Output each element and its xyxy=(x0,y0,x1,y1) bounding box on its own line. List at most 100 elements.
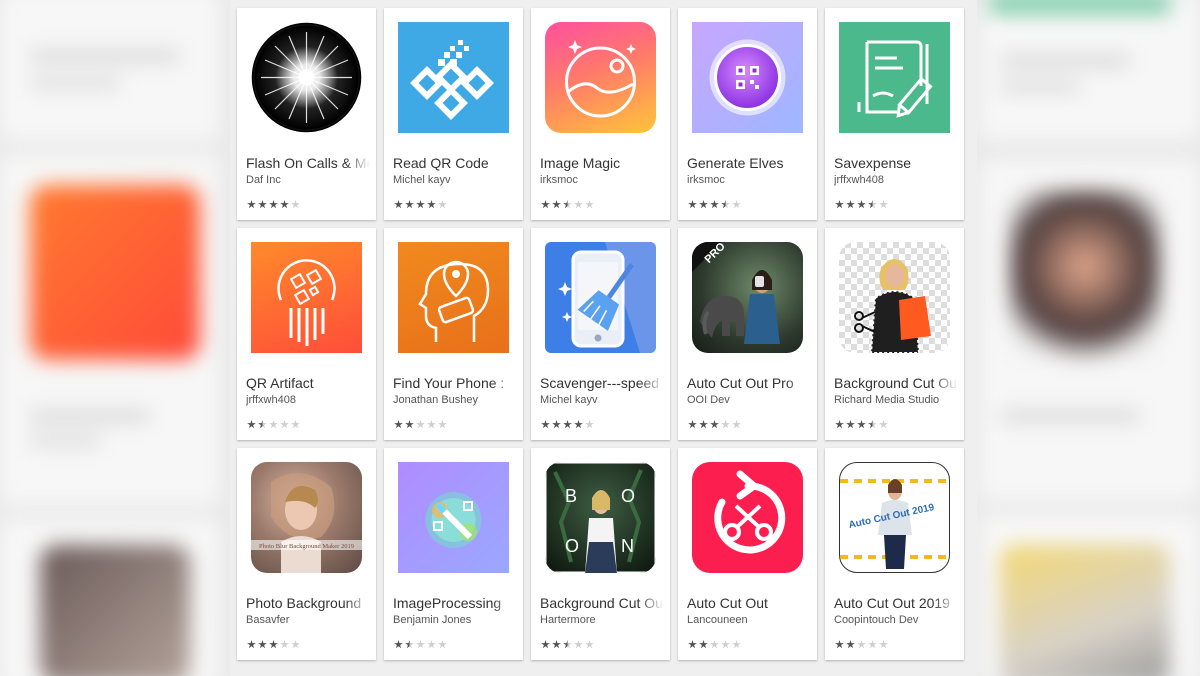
star-icon xyxy=(879,200,888,209)
app-developer[interactable]: irksmoc xyxy=(687,174,811,186)
app-title[interactable]: ImageProcessing xyxy=(393,595,517,611)
app-developer[interactable]: Benjamin Jones xyxy=(393,614,517,626)
app-developer[interactable]: Michel kayv xyxy=(540,394,664,406)
app-card[interactable]: Auto Cut Out Lancouneen xyxy=(678,448,817,660)
star-icon xyxy=(427,640,436,649)
ghost-bar xyxy=(1000,410,1140,422)
star-icon xyxy=(688,640,697,649)
star-icon xyxy=(280,640,289,649)
star-icon xyxy=(585,420,594,429)
app-developer[interactable]: OOI Dev xyxy=(687,394,811,406)
app-developer[interactable]: Hartermore xyxy=(540,614,664,626)
app-card[interactable]: Background Cut Out Richard Media Studio xyxy=(825,228,964,440)
star-icon xyxy=(868,200,877,209)
app-card[interactable]: Image Magic irksmoc xyxy=(531,8,670,220)
app-title[interactable]: Savexpense xyxy=(834,155,958,171)
star-icon xyxy=(857,420,866,429)
ghost-bar xyxy=(30,78,120,88)
app-title[interactable]: QR Artifact xyxy=(246,375,370,391)
app-card[interactable]: Savexpense jrffxwh408 xyxy=(825,8,964,220)
app-title[interactable]: Auto Cut Out xyxy=(687,595,811,611)
magic-wand-icon xyxy=(398,462,509,573)
app-card[interactable]: Read QR Code Michel kayv xyxy=(384,8,523,220)
star-icon xyxy=(269,640,278,649)
app-developer[interactable]: Jonathan Bushey xyxy=(393,394,517,406)
star-icon xyxy=(699,640,708,649)
star-icon xyxy=(857,200,866,209)
blur-portrait-icon: Photo Blur Background Maker 2019 xyxy=(251,462,362,573)
star-icon xyxy=(258,640,267,649)
star-icon xyxy=(563,640,572,649)
app-card[interactable]: Scavenger---speed Michel kayv xyxy=(531,228,670,440)
boon-photo-icon: B O O N xyxy=(545,462,656,573)
app-title[interactable]: Find Your Phone : xyxy=(393,375,517,391)
star-icon xyxy=(699,200,708,209)
star-icon xyxy=(405,200,414,209)
note-pencil-icon xyxy=(839,22,950,133)
app-card[interactable]: B O O N Background Cut Out Hartermore xyxy=(531,448,670,660)
star-icon xyxy=(688,200,697,209)
app-developer[interactable]: Coopintouch Dev xyxy=(834,614,958,626)
landscape-circle-icon xyxy=(545,22,656,133)
star-icon xyxy=(394,640,403,649)
star-icon xyxy=(710,200,719,209)
app-developer[interactable]: jrffxwh408 xyxy=(834,174,958,186)
star-rating xyxy=(688,200,741,210)
star-icon xyxy=(835,420,844,429)
star-rating xyxy=(394,200,447,210)
app-card[interactable]: Generate Elves irksmoc xyxy=(678,8,817,220)
star-icon xyxy=(427,200,436,209)
icon-letter: N xyxy=(621,536,634,556)
app-title[interactable]: Photo Background xyxy=(246,595,370,611)
app-developer[interactable]: Michel kayv xyxy=(393,174,517,186)
app-developer[interactable]: Richard Media Studio xyxy=(834,394,958,406)
app-developer[interactable]: jrffxwh408 xyxy=(246,394,370,406)
app-title[interactable]: Auto Cut Out 2019 xyxy=(834,595,958,611)
app-developer[interactable]: Basavfer xyxy=(246,614,370,626)
icon-caption: Photo Blur Background Maker 2019 xyxy=(259,543,354,550)
app-title[interactable]: Background Cut Out xyxy=(834,375,958,391)
app-developer[interactable]: Daf Inc xyxy=(246,174,370,186)
star-icon xyxy=(416,200,425,209)
app-title[interactable]: Image Magic xyxy=(540,155,664,171)
app-title[interactable]: Scavenger---speed xyxy=(540,375,664,391)
ghost-app-icon xyxy=(30,185,200,360)
star-icon xyxy=(732,200,741,209)
qr-circle-icon xyxy=(251,242,362,353)
app-developer[interactable]: irksmoc xyxy=(540,174,664,186)
app-developer[interactable]: Lancouneen xyxy=(687,614,811,626)
star-icon xyxy=(552,640,561,649)
star-icon xyxy=(563,200,572,209)
app-card[interactable]: Find Your Phone : Jonathan Bushey xyxy=(384,228,523,440)
app-card[interactable]: Photo Blur Background Maker 2019 Photo B… xyxy=(237,448,376,660)
star-icon xyxy=(721,200,730,209)
app-title[interactable]: Flash On Calls & Messages xyxy=(246,155,370,171)
star-icon xyxy=(438,640,447,649)
star-rating xyxy=(247,640,300,650)
star-icon xyxy=(291,640,300,649)
phone-broom-icon xyxy=(545,242,656,353)
star-rating xyxy=(688,640,741,650)
app-card[interactable]: Flash On Calls & Messages Daf Inc xyxy=(237,8,376,220)
app-title[interactable]: Background Cut Out xyxy=(540,595,664,611)
star-icon xyxy=(291,420,300,429)
star-icon xyxy=(846,640,855,649)
app-title[interactable]: Generate Elves xyxy=(687,155,811,171)
app-card[interactable]: QR Artifact jrffxwh408 xyxy=(237,228,376,440)
star-icon xyxy=(710,640,719,649)
ghost-bar xyxy=(30,50,180,62)
app-card[interactable]: ImageProcessing Benjamin Jones xyxy=(384,448,523,660)
app-grid: Flash On Calls & Messages Daf Inc xyxy=(237,8,964,660)
app-title[interactable]: Auto Cut Out Pro xyxy=(687,375,811,391)
star-icon xyxy=(835,640,844,649)
icon-letter: O xyxy=(621,486,635,506)
star-icon xyxy=(280,420,289,429)
app-card[interactable]: Auto Cut Out 2019 Auto Cut Out 2019 Coop… xyxy=(825,448,964,660)
app-grid-panel: Flash On Calls & Messages Daf Inc xyxy=(230,0,977,676)
star-icon xyxy=(291,200,300,209)
app-card[interactable]: PRO Auto Cut Out Pro OOI Dev xyxy=(678,228,817,440)
star-icon xyxy=(721,640,730,649)
star-icon xyxy=(868,420,877,429)
app-title[interactable]: Read QR Code xyxy=(393,155,517,171)
star-icon xyxy=(721,420,730,429)
